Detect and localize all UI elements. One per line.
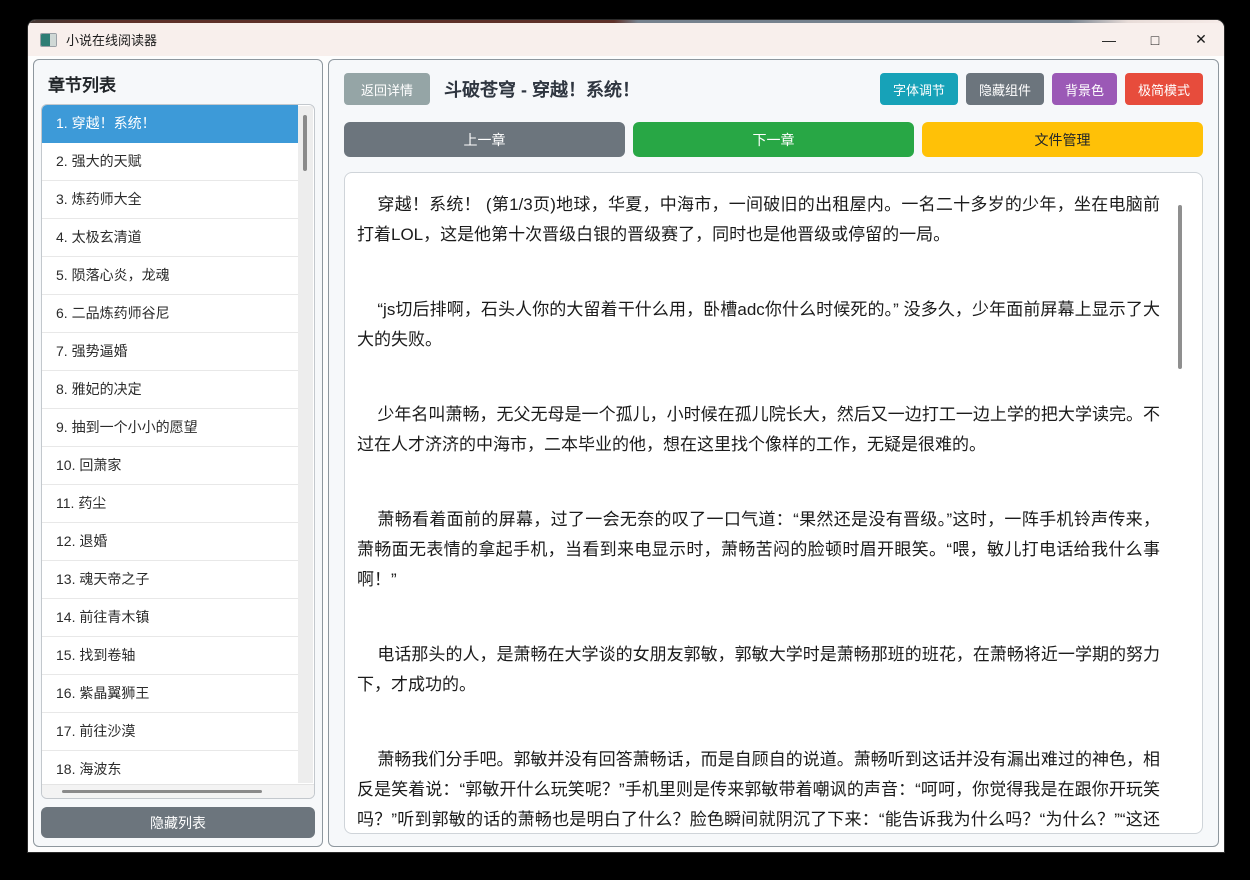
window-controls: — □ ✕: [1086, 23, 1224, 56]
close-button[interactable]: ✕: [1178, 23, 1224, 56]
chapter-list-item[interactable]: 14. 前往青木镇: [42, 599, 298, 637]
titlebar: 小说在线阅读器 — □ ✕: [28, 23, 1224, 56]
novel-paragraph: 萧畅我们分手吧。郭敏并没有回答萧畅话，而是自顾自的说道。萧畅听到这话并没有漏出难…: [357, 750, 1160, 829]
page-title: 斗破苍穹 - 穿越！系统！: [444, 80, 640, 100]
chapter-list-item[interactable]: 1. 穿越！系统！: [42, 105, 298, 143]
chapter-list-vertical-scrollbar[interactable]: [298, 106, 313, 783]
app-window: 小说在线阅读器 — □ ✕ 章节列表 1. 穿越！系统！ 2. 强大的天赋 3. 炼…: [28, 20, 1224, 852]
prev-chapter-button[interactable]: 上一章: [344, 122, 625, 157]
chapter-list-item[interactable]: 7. 强势逼婚: [42, 333, 298, 371]
chapter-sidebar: 章节列表 1. 穿越！系统！ 2. 强大的天赋 3. 炼药师大全 4. 太极玄清道 5.…: [33, 59, 323, 847]
chapter-list-item[interactable]: 10. 回萧家: [42, 447, 298, 485]
novel-paragraph: 电话那头的人，是萧畅在大学谈的女朋友郭敏，郭敏大学时是萧畅那班的班花，在萧畅将近…: [357, 645, 1160, 694]
hide-widgets-button[interactable]: 隐藏组件: [965, 73, 1044, 105]
vertical-scrollbar-thumb[interactable]: [303, 115, 307, 171]
novel-paragraph: “js切后排啊，石头人你的大留着干什么用，卧槽adc你什么时候死的。” 没多久，…: [357, 300, 1160, 349]
window-title: 小说在线阅读器: [66, 33, 158, 48]
chapter-list-item[interactable]: 5. 陨落心炎，龙魂: [42, 257, 298, 295]
chapter-list-item[interactable]: 9. 抽到一个小小的愿望: [42, 409, 298, 447]
chapter-list-item[interactable]: 4. 太极玄清道: [42, 219, 298, 257]
chapter-list-item[interactable]: 17. 前往沙漠: [42, 713, 298, 751]
chapter-list: 1. 穿越！系统！ 2. 强大的天赋 3. 炼药师大全 4. 太极玄清道 5. 陨落心炎…: [41, 104, 315, 799]
reader-textarea: 穿越！系统！ (第1/3页)地球，华夏，中海市，一间破旧的出租屋内。一名二十多岁…: [344, 172, 1203, 834]
chapter-list-item[interactable]: 6. 二品炼药师谷尼: [42, 295, 298, 333]
hide-list-button[interactable]: 隐藏列表: [41, 807, 315, 838]
toolbar: 字体调节 隐藏组件 背景色 极简模式: [879, 73, 1203, 105]
reader-content: 穿越！系统！ (第1/3页)地球，华夏，中海市，一间破旧的出租屋内。一名二十多岁…: [357, 190, 1160, 833]
sidebar-title: 章节列表: [48, 76, 116, 95]
reader-scrollbar-thumb[interactable]: [1178, 205, 1182, 369]
novel-paragraph: 穿越！系统！ (第1/3页)地球，华夏，中海市，一间破旧的出租屋内。一名二十多岁…: [357, 195, 1160, 244]
maximize-button[interactable]: □: [1132, 23, 1178, 56]
chapter-items: 1. 穿越！系统！ 2. 强大的天赋 3. 炼药师大全 4. 太极玄清道 5. 陨落心炎…: [42, 105, 314, 789]
chapter-list-item[interactable]: 12. 退婚: [42, 523, 298, 561]
novel-paragraph: 少年名叫萧畅，无父无母是一个孤儿，小时候在孤儿院长大，然后又一边打工一边上学的把…: [357, 405, 1160, 454]
minimal-mode-button[interactable]: 极简模式: [1124, 73, 1203, 105]
reader-header: 返回详情 斗破苍穹 - 穿越！系统！ 字体调节 隐藏组件 背景色 极简模式: [344, 72, 1203, 106]
reader-panel: 返回详情 斗破苍穹 - 穿越！系统！ 字体调节 隐藏组件 背景色 极简模式 上一章 下一…: [328, 59, 1219, 847]
back-to-details-button[interactable]: 返回详情: [344, 73, 430, 105]
chapter-list-item[interactable]: 11. 药尘: [42, 485, 298, 523]
app-body: 章节列表 1. 穿越！系统！ 2. 强大的天赋 3. 炼药师大全 4. 太极玄清道 5.…: [28, 56, 1224, 852]
chapter-list-item[interactable]: 2. 强大的天赋: [42, 143, 298, 181]
next-chapter-button[interactable]: 下一章: [633, 122, 914, 157]
chapter-list-item[interactable]: 15. 找到卷轴: [42, 637, 298, 675]
chapter-list-horizontal-scrollbar[interactable]: [42, 784, 314, 798]
minimize-button[interactable]: —: [1086, 23, 1132, 56]
background-color-button[interactable]: 背景色: [1051, 73, 1117, 105]
app-icon: [40, 32, 57, 47]
chapter-list-item[interactable]: 13. 魂天帝之子: [42, 561, 298, 599]
chapter-list-item[interactable]: 8. 雅妃的决定: [42, 371, 298, 409]
file-manager-button[interactable]: 文件管理: [922, 122, 1203, 157]
chapter-list-item[interactable]: 3. 炼药师大全: [42, 181, 298, 219]
chapter-list-item[interactable]: 16. 紫晶翼狮王: [42, 675, 298, 713]
font-adjust-button[interactable]: 字体调节: [879, 73, 958, 105]
novel-paragraph: 萧畅看着面前的屏幕，过了一会无奈的叹了一口气道：“果然还是没有晋级。”这时，一阵…: [357, 510, 1160, 589]
chapter-nav: 上一章 下一章 文件管理: [344, 122, 1203, 157]
horizontal-scrollbar-thumb[interactable]: [62, 790, 262, 793]
